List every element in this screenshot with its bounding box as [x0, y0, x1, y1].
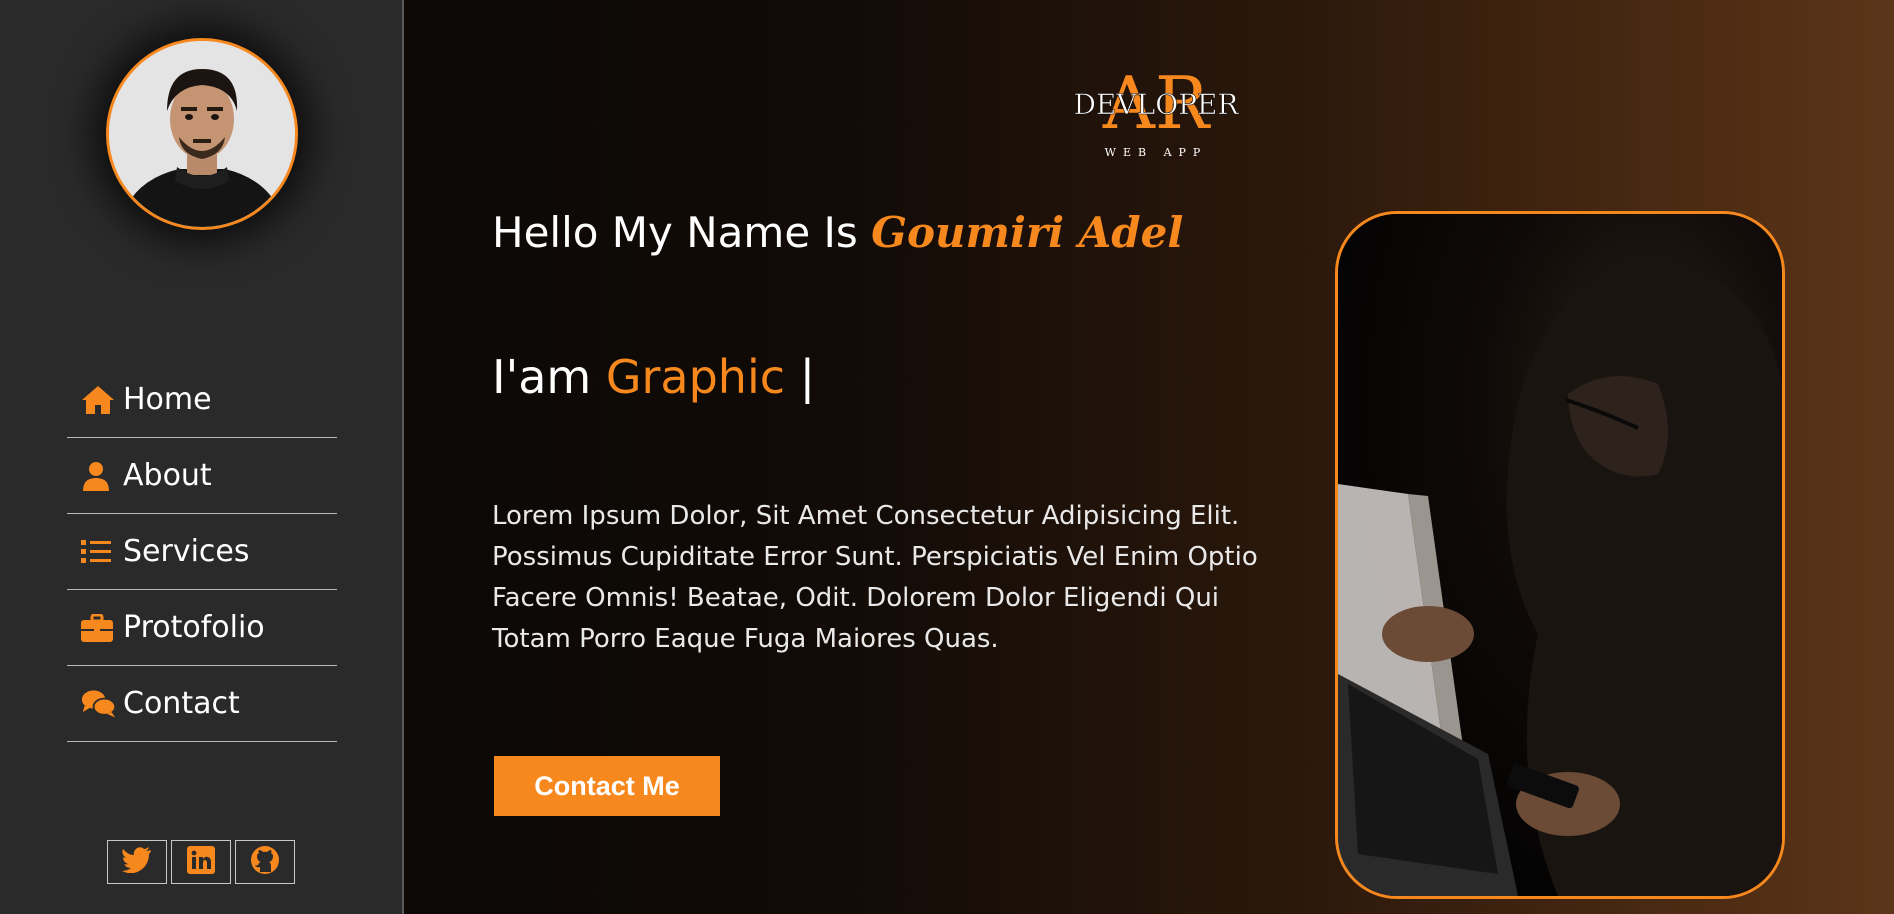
- hero-bio: Lorem Ipsum Dolor, Sit Amet Consectetur …: [492, 501, 1258, 654]
- sidebar: Home About Services Protofolio Contact: [0, 0, 404, 914]
- nav-item-contact[interactable]: Contact: [67, 666, 337, 742]
- linkedin-link[interactable]: [171, 840, 231, 884]
- nav-label-services: Services: [123, 534, 250, 569]
- user-icon: [81, 458, 117, 494]
- nav-item-portfolio[interactable]: Protofolio: [67, 590, 337, 666]
- site-logo[interactable]: AR DEVLOPER WEB APP: [1072, 50, 1272, 166]
- role-prefix: I'am: [492, 350, 606, 404]
- twitter-icon: [122, 847, 152, 877]
- linkedin-icon: [187, 846, 215, 878]
- twitter-link[interactable]: [107, 840, 167, 884]
- main-nav: Home About Services Protofolio Contact: [67, 362, 337, 742]
- hero-role: I'am Graphic |: [492, 350, 815, 404]
- logo-word: DEVLOPER: [1073, 88, 1239, 121]
- nav-label-contact: Contact: [123, 686, 240, 721]
- greeting-prefix: Hello My Name Is: [492, 208, 872, 257]
- hero-section: AR DEVLOPER WEB APP Hello My Name Is Gou…: [404, 0, 1894, 914]
- hero-photo: [1335, 211, 1785, 899]
- typing-cursor: |: [785, 350, 816, 404]
- nav-label-about: About: [123, 458, 212, 493]
- hero-greeting: Hello My Name Is Goumiri Adel: [492, 208, 1183, 257]
- github-icon: [250, 845, 280, 879]
- hero-name: Goumiri Adel: [871, 208, 1184, 257]
- github-link[interactable]: [235, 840, 295, 884]
- nav-item-home[interactable]: Home: [67, 362, 337, 438]
- contact-me-button[interactable]: Contact Me: [494, 756, 720, 816]
- profile-avatar: [106, 38, 298, 230]
- nav-item-services[interactable]: Services: [67, 514, 337, 590]
- list-icon: [81, 534, 117, 570]
- logo-tagline: WEB APP: [1105, 146, 1208, 159]
- briefcase-icon: [81, 610, 117, 646]
- chat-icon: [81, 686, 117, 722]
- nav-label-portfolio: Protofolio: [123, 610, 265, 645]
- nav-item-about[interactable]: About: [67, 438, 337, 514]
- home-icon: [81, 382, 117, 418]
- role-word: Graphic: [605, 350, 786, 404]
- nav-label-home: Home: [123, 382, 212, 417]
- social-links: [107, 840, 295, 884]
